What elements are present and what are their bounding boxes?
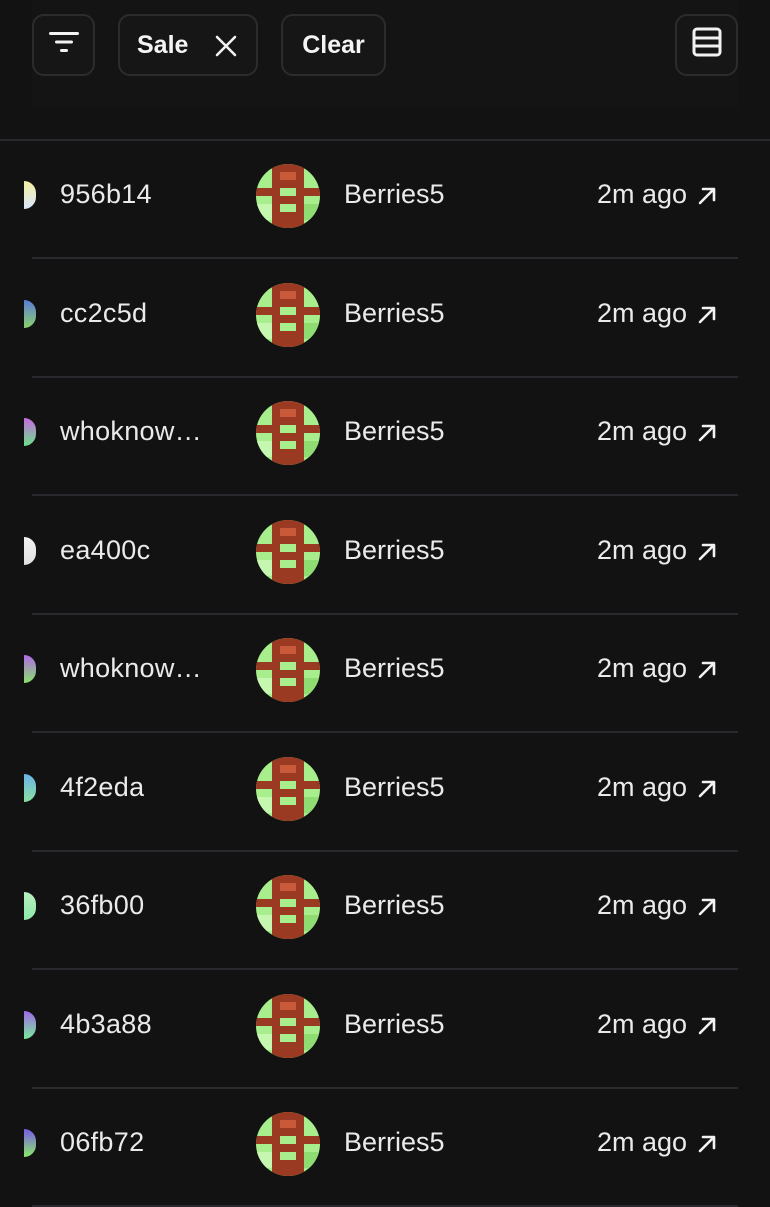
sale-chip-label: Sale bbox=[137, 30, 189, 59]
list-item[interactable]: ea400c Berries5 2m ago bbox=[0, 497, 770, 615]
token-thumbnail-icon bbox=[24, 892, 36, 920]
item-id[interactable]: 4f2eda bbox=[60, 772, 144, 803]
list-item[interactable]: whoknow… Berries5 2m ago bbox=[0, 615, 770, 733]
timestamp: 2m ago bbox=[597, 179, 688, 209]
token-thumbnail-icon bbox=[24, 418, 36, 446]
filter-lines-icon bbox=[48, 31, 79, 60]
timestamp: 2m ago bbox=[597, 771, 688, 802]
username[interactable]: Berries5 bbox=[344, 179, 445, 210]
token-thumbnail-icon bbox=[24, 181, 36, 209]
list-item[interactable]: whoknow… Berries5 2m ago bbox=[0, 378, 770, 496]
item-id[interactable]: 06fb72 bbox=[60, 1127, 144, 1158]
username[interactable]: Berries5 bbox=[344, 1127, 445, 1158]
avatar[interactable] bbox=[256, 993, 320, 1058]
avatar[interactable] bbox=[256, 638, 320, 702]
avatar[interactable] bbox=[256, 282, 320, 347]
token-thumbnail-icon bbox=[24, 536, 36, 565]
token-thumbnail-icon bbox=[24, 1010, 36, 1039]
item-id[interactable]: whoknow… bbox=[60, 416, 202, 447]
token-thumbnail-icon bbox=[24, 773, 36, 802]
external-link-icon[interactable] bbox=[696, 304, 718, 326]
external-link-icon[interactable] bbox=[696, 659, 718, 681]
clear-button[interactable]: Clear bbox=[281, 14, 386, 76]
timestamp: 2m ago bbox=[597, 890, 688, 920]
external-link-icon[interactable] bbox=[696, 896, 718, 918]
username[interactable]: Berries5 bbox=[344, 653, 445, 684]
sale-filter-chip[interactable]: Sale bbox=[118, 14, 258, 76]
timestamp: 2m ago bbox=[597, 416, 688, 446]
avatar[interactable] bbox=[256, 164, 320, 228]
external-link-icon[interactable] bbox=[696, 185, 718, 207]
username[interactable]: Berries5 bbox=[344, 1009, 445, 1040]
item-id[interactable]: ea400c bbox=[60, 535, 150, 566]
external-link-icon[interactable] bbox=[696, 422, 718, 444]
token-thumbnail-icon bbox=[24, 1129, 36, 1157]
layout-toggle-button[interactable] bbox=[675, 14, 738, 76]
timestamp: 2m ago bbox=[597, 1008, 688, 1039]
timestamp: 2m ago bbox=[597, 653, 688, 683]
item-id[interactable]: whoknow… bbox=[60, 653, 202, 684]
username[interactable]: Berries5 bbox=[344, 535, 445, 566]
toolbar: Sale Clear bbox=[0, 0, 770, 140]
item-id[interactable]: 36fb00 bbox=[60, 890, 144, 921]
avatar[interactable] bbox=[256, 1112, 320, 1176]
external-link-icon[interactable] bbox=[696, 1133, 718, 1155]
token-thumbnail-icon bbox=[24, 299, 36, 328]
username[interactable]: Berries5 bbox=[344, 298, 445, 329]
external-link-icon[interactable] bbox=[696, 541, 718, 563]
filter-button[interactable] bbox=[32, 14, 95, 76]
list-item[interactable]: 956b14 Berries5 2m ago bbox=[0, 141, 770, 259]
avatar[interactable] bbox=[256, 756, 320, 821]
close-icon[interactable] bbox=[214, 34, 238, 58]
list-layout-icon bbox=[692, 27, 722, 64]
item-id[interactable]: 956b14 bbox=[60, 179, 152, 210]
timestamp: 2m ago bbox=[597, 534, 688, 565]
list-item[interactable]: cc2c5d Berries5 2m ago bbox=[0, 260, 770, 378]
item-id[interactable]: cc2c5d bbox=[60, 298, 147, 329]
avatar[interactable] bbox=[256, 519, 320, 584]
username[interactable]: Berries5 bbox=[344, 772, 445, 803]
list-item[interactable]: 4b3a88 Berries5 2m ago bbox=[0, 971, 770, 1089]
list-item[interactable]: 06fb72 Berries5 2m ago bbox=[0, 1089, 770, 1207]
timestamp: 2m ago bbox=[597, 297, 688, 328]
list-item[interactable]: 36fb00 Berries5 2m ago bbox=[0, 852, 770, 970]
avatar[interactable] bbox=[256, 401, 320, 465]
username[interactable]: Berries5 bbox=[344, 890, 445, 921]
timestamp: 2m ago bbox=[597, 1127, 688, 1157]
list-item[interactable]: 4f2eda Berries5 2m ago bbox=[0, 734, 770, 852]
external-link-icon[interactable] bbox=[696, 778, 718, 800]
avatar[interactable] bbox=[256, 875, 320, 939]
username[interactable]: Berries5 bbox=[344, 416, 445, 447]
item-id[interactable]: 4b3a88 bbox=[60, 1009, 152, 1040]
token-thumbnail-icon bbox=[24, 655, 36, 683]
external-link-icon[interactable] bbox=[696, 1015, 718, 1037]
